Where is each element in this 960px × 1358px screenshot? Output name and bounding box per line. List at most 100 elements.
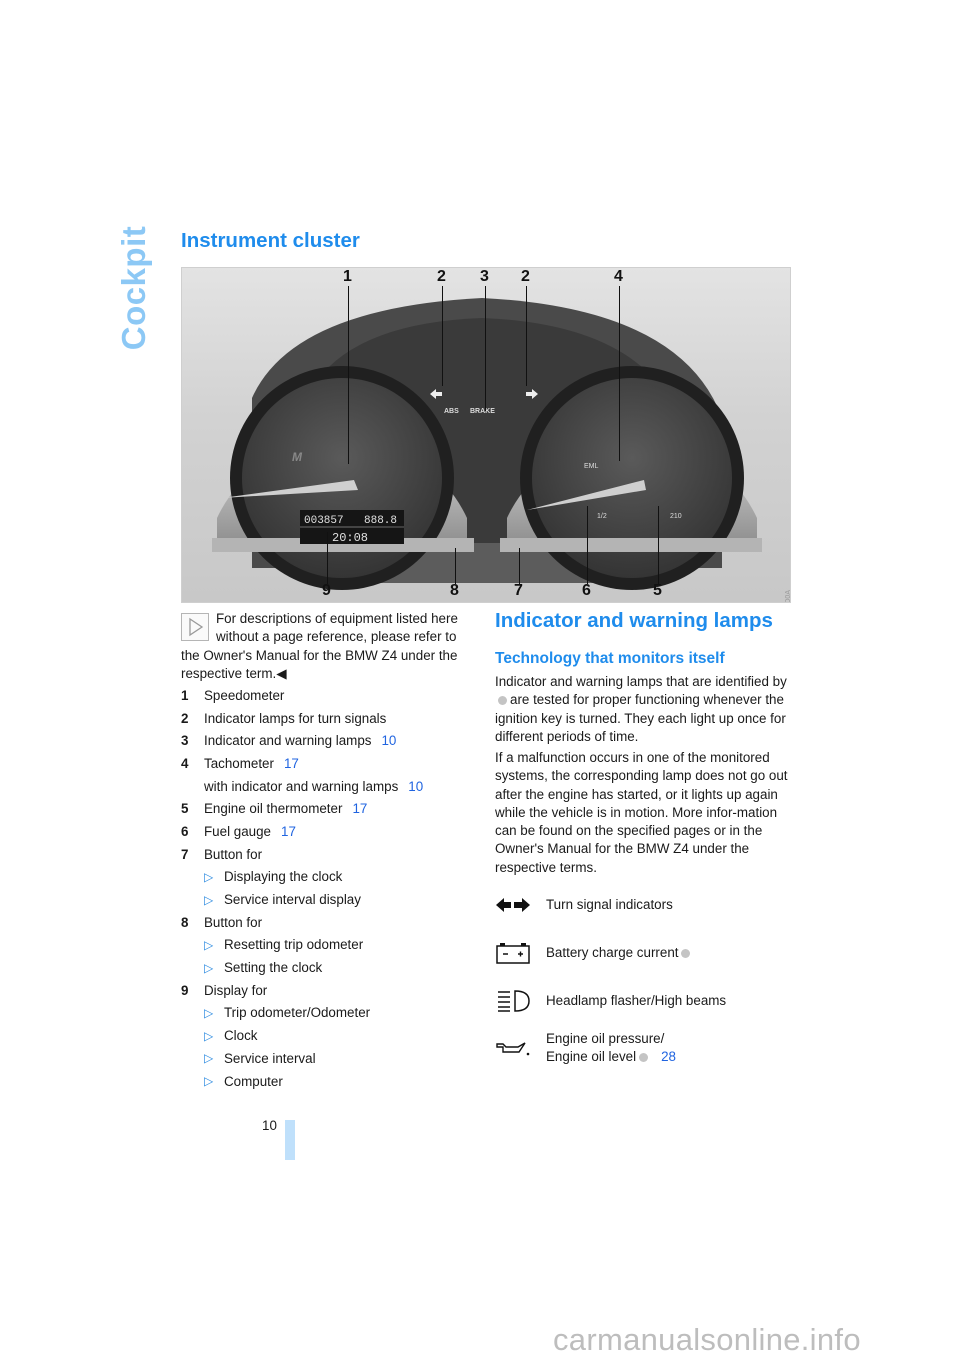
item-label: with indicator and warning lamps [204, 778, 399, 794]
callout-leader [348, 286, 349, 464]
callout-9: 9 [322, 582, 331, 599]
list-subitem: ▷ Clock [181, 1024, 481, 1047]
list-item: 4 Tachometer 17 [181, 752, 481, 775]
list-item: 8 Button for [181, 911, 481, 934]
bullet-triangle-icon: ▷ [204, 892, 214, 907]
section-tab: Cockpit [112, 225, 156, 351]
high-beam-icon [495, 989, 546, 1013]
section-heading: Indicator and warning lamps [495, 609, 773, 632]
intro-paragraph: Indicator and warning lamps that are ide… [495, 674, 787, 744]
lamp-row-turn-signal: Turn signal indicators [495, 893, 795, 917]
list-subitem: ▷ Service interval [181, 1047, 481, 1070]
item-number: 4 [181, 755, 189, 771]
item-number: 8 [181, 914, 189, 930]
page-ref-link[interactable]: 17 [352, 801, 367, 816]
item-number: 9 [181, 982, 189, 998]
trip-readout: 888.8 [364, 515, 397, 527]
callout-2: 2 [437, 268, 446, 285]
bullet-triangle-icon: ▷ [204, 1051, 214, 1066]
page-ref-link[interactable]: 10 [408, 779, 423, 794]
abs-lamp: ABS [444, 408, 459, 415]
clock-readout: 20:08 [332, 531, 368, 545]
malfunction-paragraph: If a malfunction occurs in one of the mo… [495, 750, 788, 875]
item-number: 7 [181, 846, 189, 862]
turn-signal-arrows-icon [495, 893, 546, 917]
callout-4: 4 [614, 268, 623, 285]
item-label: Trip odometer/Odometer [224, 1005, 371, 1021]
cluster-illustration: 003857 888.8 20:08 ABS BRAKE EML M 1/2 2… [212, 298, 762, 590]
list-subitem: ▷ Resetting trip odometer [181, 934, 481, 957]
list-item: 9 Display for [181, 979, 481, 1002]
item-label: Displaying the clock [224, 869, 343, 885]
page-ref-link[interactable]: 10 [381, 733, 396, 748]
callout-2: 2 [521, 268, 530, 285]
item-label: Engine oil thermometer [204, 801, 343, 817]
callout-7: 7 [514, 582, 523, 599]
callout-8: 8 [450, 582, 459, 599]
list-item: 1 Speedometer [181, 684, 481, 707]
callout-5: 5 [653, 582, 662, 599]
page-marker-bar [285, 1120, 295, 1160]
item-number: 5 [181, 801, 189, 817]
callout-3: 3 [480, 268, 489, 285]
list-subitem: ▷ Setting the clock [181, 956, 481, 979]
page-title: Instrument cluster [181, 229, 360, 252]
item-number: 2 [181, 710, 189, 726]
item-label: Button for [204, 914, 263, 930]
bullet-triangle-icon: ▷ [204, 869, 214, 884]
self-test-dot-icon [681, 948, 691, 958]
oil-temp-label: 210 [670, 513, 682, 520]
list-subitem: ▷ Trip odometer/Odometer [181, 1002, 481, 1025]
item-label: Indicator and warning lamps [204, 733, 372, 749]
item-label: Tachometer [204, 755, 274, 771]
page-number: 10 [262, 1118, 277, 1133]
watermark: carmanualsonline.info [553, 1322, 861, 1357]
list-item: 2 Indicator lamps for turn signals [181, 707, 481, 730]
item-number: 6 [181, 823, 189, 839]
self-test-dot-icon [498, 696, 507, 706]
battery-icon [495, 941, 546, 965]
list-item: with indicator and warning lamps 10 [181, 775, 481, 798]
item-label: Service interval display [224, 892, 361, 908]
item-label: Computer [224, 1073, 283, 1089]
list-item: 3 Indicator and warning lamps 10 [181, 729, 481, 752]
eml-lamp: EML [584, 463, 599, 470]
bullet-triangle-icon: ▷ [204, 1005, 214, 1020]
bullet-triangle-icon: ▷ [204, 937, 214, 952]
page-ref-link[interactable]: 17 [284, 756, 299, 771]
note-text: For descriptions of equipment listed her… [181, 611, 458, 681]
callout-leader [455, 548, 456, 584]
end-mark-icon: ◀ [276, 665, 287, 681]
page-ref-link[interactable]: 17 [281, 824, 296, 839]
item-label: Speedometer [204, 687, 285, 703]
page-ref-link[interactable]: 28 [661, 1049, 676, 1064]
item-label: Service interval [224, 1050, 316, 1066]
item-label: Clock [224, 1028, 258, 1044]
brake-lamp: BRAKE [470, 408, 495, 415]
subsection-heading: Technology that monitors itself [495, 650, 725, 667]
item-label: Resetting trip odometer [224, 937, 364, 953]
item-label: Setting the clock [224, 960, 323, 976]
callout-leader [658, 506, 659, 584]
item-number: 1 [181, 687, 189, 703]
callout-leader [442, 286, 443, 386]
list-item: 7 Button for [181, 843, 481, 866]
item-label: Fuel gauge [204, 823, 272, 839]
bullet-triangle-icon: ▷ [204, 1028, 214, 1043]
lamp-row-battery: Battery charge current [495, 941, 795, 965]
section-tab-label: Cockpit [115, 225, 152, 351]
list-subitem: ▷ Displaying the clock [181, 866, 481, 889]
odometer-readout: 003857 [304, 515, 344, 527]
callout-leader [587, 506, 588, 584]
callout-6: 6 [582, 582, 591, 599]
lamp-row-oil: Engine oil pressure/ Engine oil level 28 [495, 1030, 795, 1067]
item-label: Display for [204, 982, 268, 998]
callout-leader [526, 286, 527, 386]
figure-id: W3002O0A [785, 590, 790, 602]
bullet-triangle-icon: ▷ [204, 1074, 214, 1089]
component-list: 1 Speedometer 2 Indicator lamps for turn si… [181, 684, 481, 1092]
fuel-half-label: 1/2 [597, 513, 607, 520]
lamp-row-high-beam: Headlamp flasher/High beams [495, 989, 795, 1013]
callout-leader [485, 286, 486, 411]
callout-leader [619, 286, 620, 461]
